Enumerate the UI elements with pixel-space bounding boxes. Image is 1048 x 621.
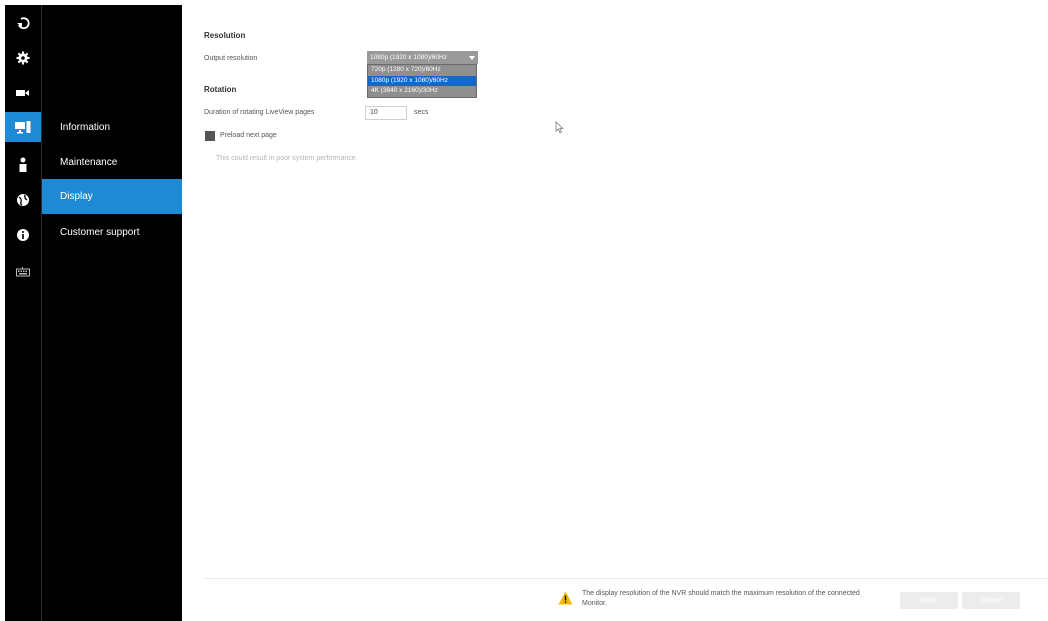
camera-icon[interactable] bbox=[5, 78, 41, 108]
output-resolution-select[interactable]: 1080p (1920 x 1080)/60Hz bbox=[367, 51, 478, 64]
cancel-button[interactable]: Cancel bbox=[962, 592, 1020, 609]
output-resolution-label: Output resolution bbox=[204, 55, 258, 62]
rotation-duration-unit: secs bbox=[414, 109, 429, 116]
resolution-section-title: Resolution bbox=[204, 31, 246, 40]
network-icon[interactable] bbox=[5, 185, 41, 215]
submenu-item-display[interactable]: Display bbox=[42, 179, 182, 214]
user-icon[interactable] bbox=[5, 150, 41, 180]
icon-rail bbox=[5, 5, 42, 621]
mouse-cursor-icon bbox=[555, 121, 564, 134]
output-resolution-value: 1080p (1920 x 1080)/60Hz bbox=[370, 54, 447, 61]
resolution-option-1080p[interactable]: 1080p (1920 x 1080)/60Hz bbox=[368, 75, 476, 86]
gear-icon[interactable] bbox=[5, 43, 41, 73]
warning-icon bbox=[558, 591, 573, 605]
submenu-item-label: Display bbox=[60, 191, 93, 202]
info-icon[interactable] bbox=[5, 220, 41, 250]
resolution-option-4k[interactable]: 4K (3840 x 2160)/30Hz bbox=[368, 86, 476, 97]
footer-divider bbox=[204, 578, 1048, 579]
output-resolution-dropdown: 720p (1280 x 720)/60Hz 1080p (1920 x 108… bbox=[367, 64, 477, 98]
resolution-warning-text: The display resolution of the NVR should… bbox=[582, 590, 860, 607]
chevron-down-icon bbox=[469, 56, 475, 60]
submenu-item-label: Information bbox=[60, 122, 111, 133]
submenu-item-label: Maintenance bbox=[60, 157, 118, 168]
display-icon[interactable] bbox=[5, 112, 41, 142]
rotation-section-title: Rotation bbox=[204, 85, 237, 94]
preload-next-page-checkbox[interactable] bbox=[205, 131, 215, 141]
rotation-duration-input[interactable]: 10 bbox=[365, 106, 407, 120]
preload-hint-text: This could result in poor system perform… bbox=[216, 155, 358, 162]
rotation-duration-label: Duration of rotating LiveView pages bbox=[204, 109, 315, 116]
apply-button[interactable]: Apply bbox=[900, 592, 958, 609]
logout-icon[interactable] bbox=[5, 8, 41, 38]
settings-submenu: Information Maintenance Display Customer… bbox=[42, 5, 182, 621]
submenu-item-information[interactable]: Information bbox=[42, 110, 182, 145]
keyboard-icon[interactable] bbox=[5, 257, 41, 287]
submenu-item-maintenance[interactable]: Maintenance bbox=[42, 145, 182, 180]
display-settings-panel: Resolution Output resolution 1080p (1920… bbox=[182, 0, 1048, 621]
resolution-option-720p[interactable]: 720p (1280 x 720)/60Hz bbox=[368, 65, 476, 76]
submenu-item-customer-support[interactable]: Customer support bbox=[42, 215, 182, 250]
submenu-item-label: Customer support bbox=[60, 227, 140, 238]
preload-next-page-label: Preload next page bbox=[220, 132, 277, 139]
